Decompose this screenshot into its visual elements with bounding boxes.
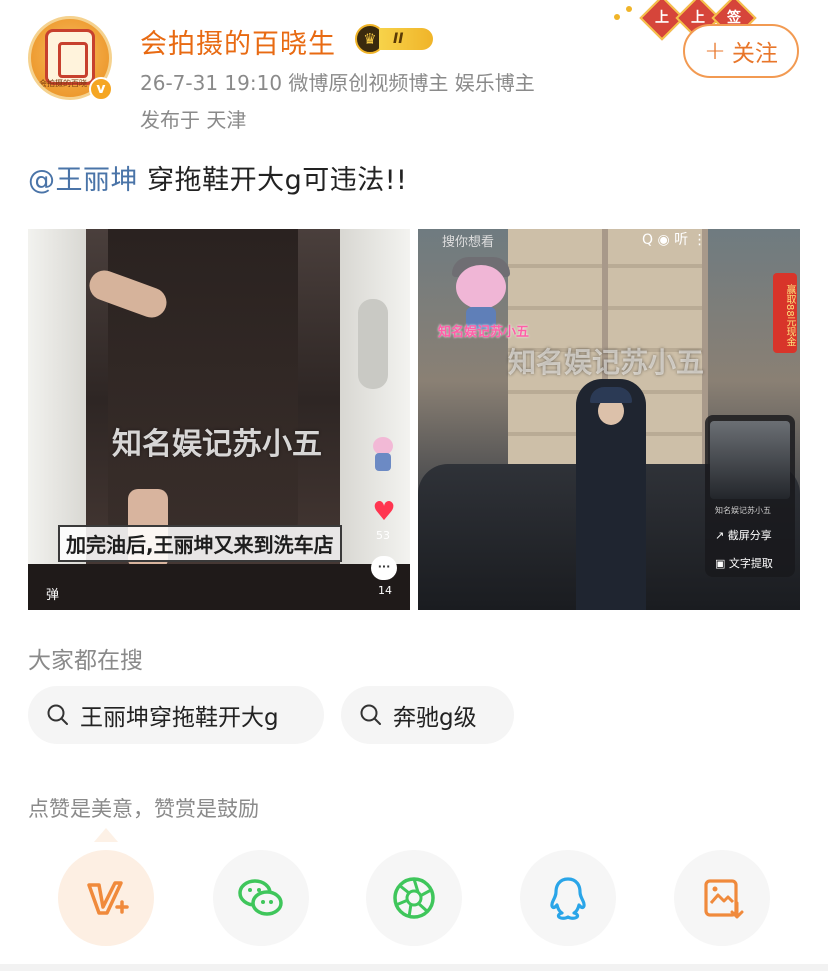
- search-chip[interactable]: 王丽坤穿拖鞋开大g: [28, 686, 324, 744]
- festive-dot: [626, 6, 632, 12]
- video-subtitle: 加完油后,王丽坤又来到洗车店: [58, 525, 342, 562]
- chibi-avatar-icon: [446, 257, 516, 329]
- search-chip-label: 王丽坤穿拖鞋开大g: [80, 705, 279, 731]
- search-section-title: 大家都在搜: [28, 648, 143, 674]
- popup-item-share: ↗ 截屏分享: [715, 529, 772, 542]
- chibi-label: 知名娱记苏小五: [438, 325, 530, 340]
- moments-icon: [393, 877, 435, 919]
- popup-thumb-label: 知名娱记苏小五: [715, 506, 771, 515]
- mini-avatar-icon: [368, 437, 398, 473]
- save-image-icon: [704, 879, 744, 919]
- reward-icon: [87, 881, 129, 915]
- car-frame: [340, 229, 410, 610]
- follow-button[interactable]: + 关注: [683, 24, 799, 78]
- watermark: 知名娱记苏小五: [508, 346, 705, 379]
- danmu-icon: 弹: [46, 588, 60, 603]
- search-chip-label: 奔驰g级: [393, 705, 477, 731]
- comment-icon: ···: [371, 556, 397, 580]
- screenshot-popup: 知名娱记苏小五 ↗ 截屏分享 ▣ 文字提取: [705, 415, 795, 577]
- post-location: 发布于 天津: [140, 108, 247, 132]
- post-meta: 26-7-31 19:10 微博原创视频博主 娱乐博主: [140, 71, 535, 95]
- share-qq-button[interactable]: [520, 850, 616, 946]
- vip-badge[interactable]: ♛ II: [355, 24, 435, 54]
- post-text: @王丽坤 穿拖鞋开大g可违法!!: [28, 158, 407, 197]
- reward-button[interactable]: [58, 850, 154, 946]
- post-image-2[interactable]: 搜你想看 Q ◉ 听 ⋮ 知名娱记苏小五 知名娱记苏小五 赢取88元现金 知名娱…: [418, 229, 800, 610]
- avatar-text: 会拍摄的百晓: [39, 79, 87, 88]
- follow-label: 关注: [731, 41, 778, 67]
- festive-dot: [614, 14, 620, 20]
- reward-title: 点赞是美意，赞赏是鼓励: [28, 797, 259, 821]
- avatar-logo: [45, 29, 95, 85]
- popup-thumbnail: [710, 421, 790, 499]
- watermark: 知名娱记苏小五: [112, 427, 322, 462]
- post-image-1[interactable]: 知名娱记苏小五 加完油后,王丽坤又来到洗车店 ♥ 53 ··· 14 弹: [28, 229, 410, 610]
- screenshot-top-icons: Q ◉ 听 ⋮: [642, 232, 707, 248]
- comment-count: 14: [378, 584, 392, 597]
- save-image-button[interactable]: [674, 850, 770, 946]
- username[interactable]: 会拍摄的百晓生: [140, 22, 336, 61]
- verified-badge-icon: v: [89, 77, 113, 101]
- promo-banner: 赢取88元现金: [773, 273, 797, 353]
- share-moments-button[interactable]: [366, 850, 462, 946]
- person-figure: [576, 379, 646, 610]
- heart-icon: ♥: [372, 497, 396, 527]
- search-icon: [47, 704, 68, 725]
- plus-icon: +: [704, 36, 726, 66]
- tip-arrow: [94, 828, 118, 842]
- wechat-icon: [238, 879, 283, 916]
- car-step: [28, 564, 410, 610]
- like-count: 53: [376, 529, 390, 542]
- post-body: 穿拖鞋开大g可违法!!: [138, 165, 408, 196]
- search-chip[interactable]: 奔驰g级: [341, 686, 514, 744]
- divider: [0, 964, 828, 971]
- share-wechat-button[interactable]: [213, 850, 309, 946]
- vip-level: II: [379, 28, 433, 50]
- qq-icon: [550, 877, 586, 920]
- mention-link[interactable]: @王丽坤: [28, 165, 138, 196]
- screenshot-search-bar: 搜你想看: [442, 235, 495, 250]
- popup-item-text: ▣ 文字提取: [715, 557, 773, 570]
- search-icon: [360, 704, 381, 725]
